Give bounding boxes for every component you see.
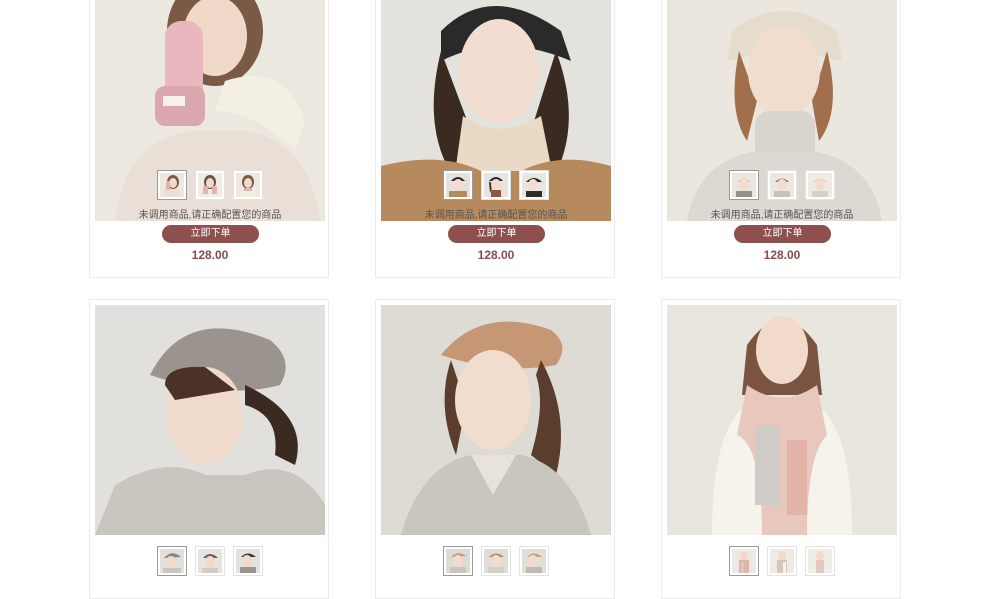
thumbnail-3[interactable] bbox=[519, 170, 549, 200]
thumbnail-2[interactable] bbox=[767, 170, 797, 200]
scarf-model-thumbnail-icon bbox=[808, 549, 832, 573]
thumbnail-3[interactable] bbox=[519, 546, 549, 576]
product-card-1[interactable]: 未调用商品,请正确配置您的商品 立即下单 128.00 bbox=[89, 0, 329, 278]
beret-model-thumbnail-icon bbox=[522, 549, 546, 573]
thumbnail-strip bbox=[90, 170, 330, 202]
thumbnail-2[interactable] bbox=[481, 546, 511, 576]
glove-model-thumbnail-icon bbox=[160, 173, 184, 197]
model-with-camel-beret-image bbox=[381, 305, 611, 535]
beret-model-thumbnail-icon bbox=[446, 549, 470, 573]
bucket-hat-model-thumbnail-icon bbox=[770, 173, 794, 197]
beanie-model-thumbnail-icon bbox=[446, 173, 470, 197]
product-notice: 未调用商品,请正确配置您的商品 bbox=[424, 210, 568, 221]
thumbnail-strip bbox=[376, 546, 616, 578]
buy-now-button[interactable]: 立即下单 bbox=[162, 225, 259, 243]
thumbnail-1[interactable] bbox=[729, 546, 759, 576]
thumbnail-2[interactable] bbox=[481, 170, 511, 200]
thumbnail-1[interactable] bbox=[443, 546, 473, 576]
thumbnail-2[interactable] bbox=[767, 546, 797, 576]
product-card-5[interactable] bbox=[375, 299, 615, 599]
thumbnail-strip bbox=[662, 546, 902, 578]
glove-model-thumbnail-icon bbox=[198, 173, 222, 197]
scarf-model-thumbnail-icon bbox=[770, 549, 794, 573]
product-photo[interactable] bbox=[381, 305, 611, 535]
product-price: 128.00 bbox=[191, 248, 229, 262]
product-notice: 未调用商品,请正确配置您的商品 bbox=[138, 210, 282, 221]
product-card-4[interactable] bbox=[89, 299, 329, 599]
buy-now-button[interactable]: 立即下单 bbox=[448, 225, 545, 243]
thumbnail-strip bbox=[662, 170, 902, 202]
thumbnail-2[interactable] bbox=[195, 546, 225, 576]
thumbnail-3[interactable] bbox=[805, 170, 835, 200]
scarf-model-thumbnail-icon bbox=[732, 549, 756, 573]
thumbnail-2[interactable] bbox=[195, 170, 225, 200]
thumbnail-strip bbox=[376, 170, 616, 202]
product-card-3[interactable]: 未调用商品,请正确配置您的商品 立即下单 128.00 bbox=[661, 0, 901, 278]
product-notice: 未调用商品,请正确配置您的商品 bbox=[710, 210, 854, 221]
product-card-6[interactable] bbox=[661, 299, 901, 599]
buy-now-button[interactable]: 立即下单 bbox=[734, 225, 831, 243]
beanie-model-thumbnail-icon bbox=[484, 173, 508, 197]
glove-model-thumbnail-icon bbox=[236, 173, 260, 197]
product-photo[interactable] bbox=[667, 305, 897, 535]
thumbnail-3[interactable] bbox=[233, 170, 263, 200]
thumbnail-1[interactable] bbox=[157, 546, 187, 576]
beanie-model-thumbnail-icon bbox=[522, 173, 546, 197]
bucket-hat-model-thumbnail-icon bbox=[732, 173, 756, 197]
thumbnail-1[interactable] bbox=[443, 170, 473, 200]
thumbnail-strip bbox=[90, 546, 330, 578]
product-price: 128.00 bbox=[763, 248, 801, 262]
thumbnail-3[interactable] bbox=[805, 546, 835, 576]
thumbnail-3[interactable] bbox=[233, 546, 263, 576]
model-with-plaid-scarf-image bbox=[667, 305, 897, 535]
product-photo[interactable] bbox=[95, 305, 325, 535]
thumbnail-1[interactable] bbox=[729, 170, 759, 200]
bucket-hat-model-thumbnail-icon bbox=[808, 173, 832, 197]
product-card-2[interactable]: 未调用商品,请正确配置您的商品 立即下单 128.00 bbox=[375, 0, 615, 278]
model-with-grey-beret-image bbox=[95, 305, 325, 535]
beret-model-thumbnail-icon bbox=[484, 549, 508, 573]
beret-model-thumbnail-icon bbox=[198, 549, 222, 573]
beret-model-thumbnail-icon bbox=[160, 549, 184, 573]
beret-model-thumbnail-icon bbox=[236, 549, 260, 573]
product-price: 128.00 bbox=[477, 248, 515, 262]
thumbnail-1[interactable] bbox=[157, 170, 187, 200]
